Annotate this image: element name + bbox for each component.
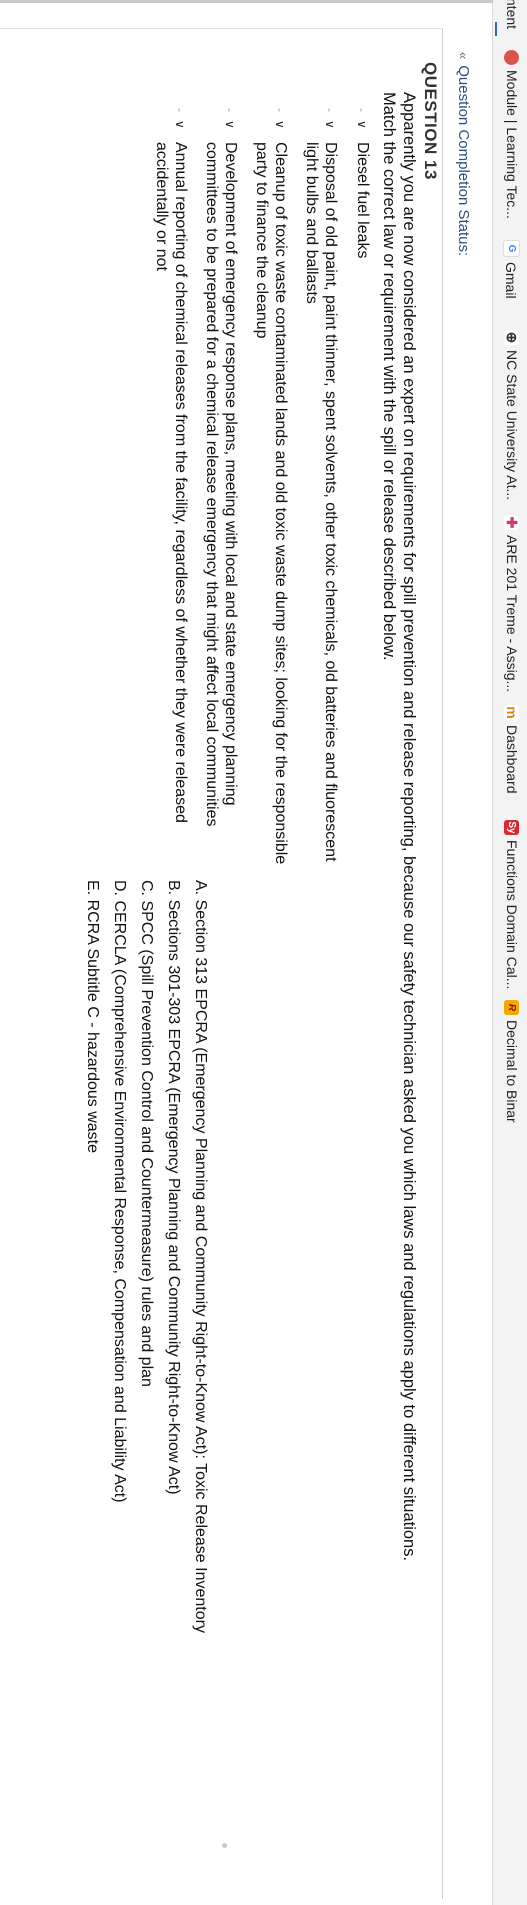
bookmark-functions[interactable]: Sy Functions Domain Cal...: [504, 820, 520, 989]
chevron-down-icon: ∨: [355, 120, 369, 129]
chevron-down-icon: ∨: [223, 120, 237, 129]
match-item-text: Cleanup of toxic waste contaminated land…: [253, 142, 289, 865]
mh-icon: m: [504, 705, 520, 720]
bookmark-decimal[interactable]: R Decimal to Binar: [504, 1000, 520, 1123]
bookmark-gmail[interactable]: G Gmail: [503, 240, 520, 299]
bookmark-content[interactable]: Content: [504, 0, 520, 29]
sy-icon: Sy: [504, 820, 520, 835]
collapse-chevron-icon[interactable]: «: [456, 52, 471, 59]
question-intro: Apparently you are now considered an exp…: [379, 92, 419, 1882]
match-item: - ∨ Development of emergency response pl…: [202, 108, 240, 868]
selected-value: -: [173, 108, 187, 112]
answer-dropdown[interactable]: - ∨: [352, 108, 371, 142]
intro-line-2: Match the correct law or requirement wit…: [380, 92, 398, 661]
chevron-down-icon: ∨: [323, 120, 337, 129]
answer-option: E. RCRA Subtitle C - hazardous waste: [84, 880, 101, 1154]
question-heading: QUESTION 13: [421, 62, 440, 180]
match-item-text: Disposal of old paint, paint thinner, sp…: [303, 142, 339, 862]
rotated-page: Content Module | Learning Tec... G Gmail…: [0, 0, 527, 1905]
bookmark-ncsu[interactable]: ⊕ NC State University At...: [504, 330, 521, 501]
bookmark-label: Content: [504, 0, 520, 30]
answer-option: A. Section 313 EPCRA (Emergency Planning…: [192, 880, 209, 1633]
answer-dropdown[interactable]: - ∨: [220, 108, 239, 142]
bookmark-label: Gmail: [503, 262, 520, 299]
answer-option: B. Sections 301-303 EPCRA (Emergency Pla…: [165, 880, 182, 1495]
answer-dropdown[interactable]: - ∨: [270, 108, 289, 142]
bookmark-label: Decimal to Binar: [504, 1020, 520, 1123]
left-frame-edge: [0, 0, 493, 3]
bookmark-dashboard[interactable]: m Dashboard: [504, 705, 520, 794]
bookmark-label: ARE 201 Treme - Assig...: [504, 535, 520, 693]
match-item: - ∨ Annual reporting of chemical release…: [152, 108, 190, 868]
r-icon: R: [504, 1000, 520, 1015]
selected-value: -: [323, 108, 337, 112]
answer-dropdown[interactable]: - ∨: [170, 108, 189, 142]
scroll-dot: [222, 1843, 227, 1848]
intro-line-1: Apparently you are now considered an exp…: [400, 92, 418, 1562]
tab-indicator: [495, 22, 497, 36]
match-item: - ∨ Disposal of old paint, paint thinner…: [302, 108, 340, 868]
chevron-down-icon: ∨: [273, 120, 287, 129]
bookmark-module[interactable]: Module | Learning Tec...: [504, 50, 520, 219]
selected-value: -: [355, 108, 369, 112]
chevron-down-icon: ∨: [173, 120, 187, 129]
answer-option: C. SPCC (Spill Prevention Control and Co…: [138, 880, 155, 1387]
bookmark-are201[interactable]: ✚ ARE 201 Treme - Assig...: [504, 515, 521, 693]
answer-option: D. CERCLA (Comprehensive Environmental R…: [111, 880, 128, 1503]
question-completion-status[interactable]: « Question Completion Status:: [455, 52, 472, 256]
match-item-text: Development of emergency response plans,…: [203, 142, 239, 827]
answer-dropdown[interactable]: - ∨: [320, 108, 339, 142]
bookmark-label: Functions Domain Cal...: [504, 840, 520, 990]
bookmark-label: NC State University At...: [504, 350, 520, 501]
match-item-text: Annual reporting of chemical releases fr…: [153, 142, 189, 823]
match-item-text: Diesel fuel leaks: [354, 142, 371, 259]
match-item: - ∨ Diesel fuel leaks: [352, 108, 372, 868]
selected-value: -: [273, 108, 287, 112]
match-item: - ∨ Cleanup of toxic waste contaminated …: [252, 108, 290, 868]
status-label: Question Completion Status:: [455, 65, 472, 257]
plus-icon: ✚: [504, 515, 521, 530]
bookmark-label: Dashboard: [504, 725, 520, 794]
answer-options-list: A. Section 313 EPCRA (Emergency Planning…: [75, 880, 210, 1880]
gmail-icon: G: [503, 240, 520, 257]
selected-value: -: [223, 108, 237, 112]
globe-icon: ⊕: [504, 330, 521, 345]
bookmarks-bar: Content Module | Learning Tec... G Gmail…: [492, 0, 527, 1905]
match-items-list: - ∨ Diesel fuel leaks - ∨ Disposal of ol…: [140, 108, 372, 868]
module-icon: [504, 50, 520, 65]
bookmark-label: Module | Learning Tec...: [504, 70, 520, 219]
